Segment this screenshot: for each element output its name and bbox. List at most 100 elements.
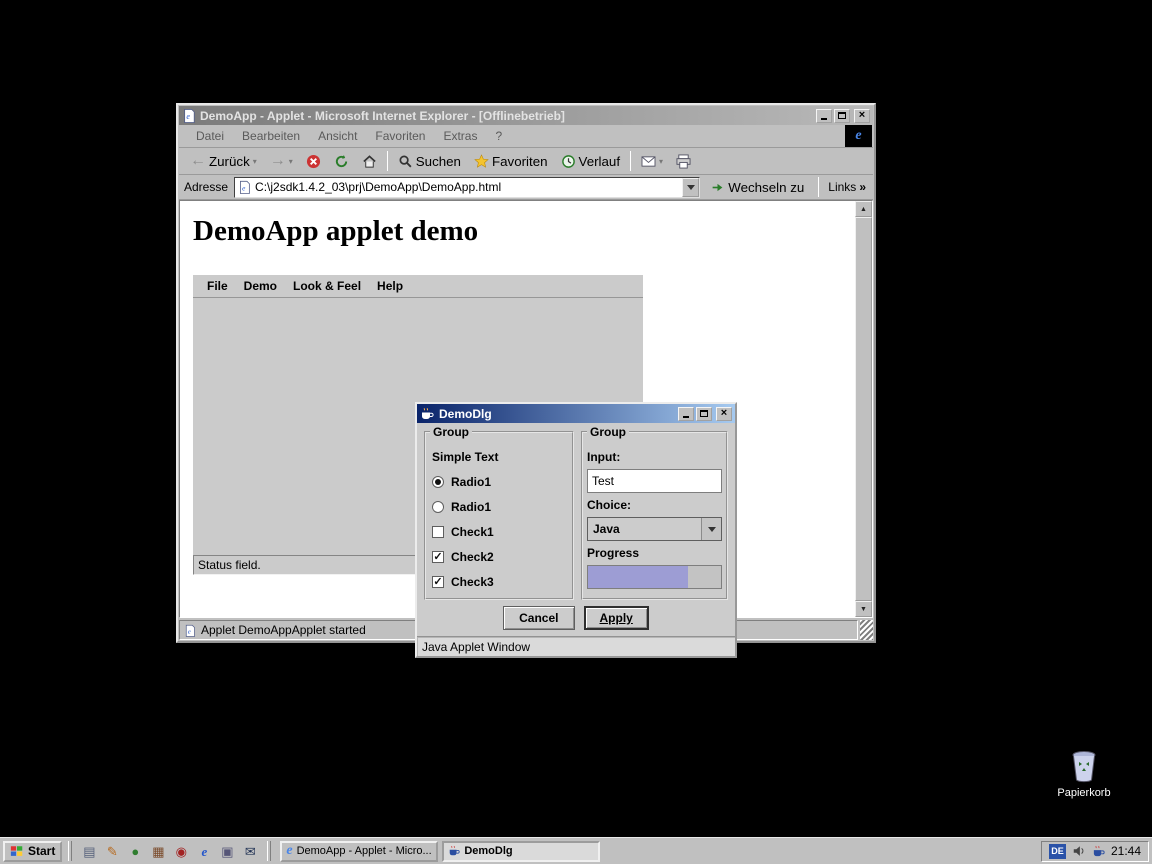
left-group-title: Group [430,425,472,439]
print-icon [676,154,691,169]
pen-icon[interactable]: ✎ [104,843,120,859]
globe-icon[interactable]: ● [127,843,143,859]
mail-button[interactable]: ▾ [635,152,669,171]
desktop-icon-recycle-bin[interactable]: Papierkorb [1051,749,1117,799]
task-button-java[interactable]: DemoDlg [442,841,600,862]
radio-row[interactable]: Radio1 [430,469,568,494]
checkbox-row[interactable]: ✓ Check1 [430,519,568,544]
checkbox-2[interactable]: ✓ [432,551,444,563]
radio-button-1[interactable] [432,476,444,488]
radio-group: Radio1 Radio1 [430,469,568,519]
dialog-body: Group Simple Text Radio1 Radio1 ✓ Check1 ✓C… [417,423,735,600]
radio-button-2[interactable] [432,501,444,513]
dialog-close-button[interactable]: × [716,407,732,421]
ie-menu-item-bearbeiten[interactable]: Bearbeiten [233,126,309,146]
task-button-ie[interactable]: eDemoApp - Applet - Micro... [280,841,438,862]
task-label: DemoDlg [464,845,512,857]
taskbar-grip[interactable] [68,841,72,861]
taskbar-clock[interactable]: 21:44 [1111,844,1141,858]
address-input[interactable] [255,179,678,196]
scroll-down-icon[interactable]: ▼ [855,601,872,617]
minimize-button[interactable] [816,109,832,123]
dialog-maximize-button[interactable] [696,407,712,421]
dialog-minimize-button[interactable] [678,407,694,421]
apply-button[interactable]: Apply [584,606,649,630]
favorites-button[interactable]: Favoriten [468,151,554,172]
refresh-button[interactable] [328,151,355,172]
checkbox-row[interactable]: ✓Check3 [430,569,568,594]
radio-dot [435,479,441,485]
scroll-up-icon[interactable]: ▲ [855,201,872,217]
checkbox-3[interactable]: ✓ [432,576,444,588]
java-tray-icon[interactable] [1092,845,1105,858]
choice-value: Java [588,518,701,540]
go-arrow-icon [711,181,724,194]
stop-button[interactable] [300,151,327,172]
check-group: ✓ Check1 ✓Check2✓Check3 [430,519,568,594]
back-button[interactable]: ← Zurück ▾ [184,150,263,172]
eye-icon[interactable]: ◉ [173,843,189,859]
applet-menu-demo[interactable]: Demo [236,275,285,297]
right-group-title: Group [587,425,629,439]
applet-menu-help[interactable]: Help [369,275,411,297]
print-button[interactable] [670,151,697,172]
search-button[interactable]: Suchen [392,151,467,172]
ie-menu-item-datei[interactable]: Datei [187,126,233,146]
applet-menu-look-feel[interactable]: Look & Feel [285,275,369,297]
applet-warning-banner: Java Applet Window [417,636,735,656]
books-icon[interactable]: ▦ [150,843,166,859]
check-mark-icon: ✓ [433,552,442,563]
volume-icon[interactable] [1072,844,1086,858]
recycle-bin-label: Papierkorb [1055,787,1112,799]
applet-menu-file[interactable]: File [199,275,236,297]
checkbox-label: Check1 [451,525,494,539]
dialog-titlebar[interactable]: DemoDlg × [417,404,735,423]
page-title: DemoApp applet demo [193,215,478,248]
back-label: Zurück [209,154,250,169]
home-button[interactable] [356,151,383,172]
ie-icon[interactable]: e [196,843,212,859]
svg-text:e: e [186,112,190,121]
radio-label: Radio1 [451,475,491,489]
go-button[interactable]: Wechseln zu [706,177,809,198]
start-button[interactable]: Start [3,841,62,862]
history-button[interactable]: Verlauf [555,151,627,172]
ie-menu-item-ansicht[interactable]: Ansicht [309,126,366,146]
maximize-button[interactable] [834,109,850,123]
checkbox-row[interactable]: ✓Check2 [430,544,568,569]
checkbox-1[interactable]: ✓ [432,526,444,538]
history-clock-icon [561,154,576,169]
forward-button[interactable]: → ▾ [264,150,299,172]
vertical-scrollbar[interactable]: ▲ ▼ [855,201,872,617]
input-field[interactable] [587,469,722,493]
ie-menu-item-extras[interactable]: Extras [434,126,486,146]
ie-titlebar[interactable]: e DemoApp - Applet - Microsoft Internet … [179,106,873,125]
cancel-button[interactable]: Cancel [503,606,574,630]
links-toolbar[interactable]: Links » [828,180,868,194]
address-dropdown-button[interactable] [682,178,699,197]
ie-menu-item-?[interactable]: ? [486,126,511,146]
ie-menu-item-favoriten[interactable]: Favoriten [366,126,434,146]
go-label: Wechseln zu [728,180,804,195]
address-label: Adresse [184,180,228,194]
document-icon[interactable]: ▤ [81,843,97,859]
keyboard-layout-indicator[interactable]: DE [1049,844,1066,859]
mail-icon[interactable]: ✉ [242,843,258,859]
check-mark-icon: ✓ [433,577,442,588]
radio-row[interactable]: Radio1 [430,494,568,519]
resize-grip[interactable] [860,620,873,640]
toolbar-separator [387,151,388,171]
app-icon[interactable]: ▣ [219,843,235,859]
simple-text-label: Simple Text [430,445,568,469]
combo-arrow-icon[interactable] [701,518,721,540]
forward-arrow-icon: → [270,153,286,169]
taskbar-grip[interactable] [267,841,271,861]
links-label: Links [828,180,856,194]
close-button[interactable]: × [854,109,870,123]
ie-window-controls: × [816,109,870,123]
ie-document-icon: e [182,108,196,123]
choice-combobox[interactable]: Java [587,517,722,541]
radio-label: Radio1 [451,500,491,514]
ie-window-title: DemoApp - Applet - Microsoft Internet Ex… [200,109,812,123]
scrollbar-thumb[interactable] [855,217,872,601]
